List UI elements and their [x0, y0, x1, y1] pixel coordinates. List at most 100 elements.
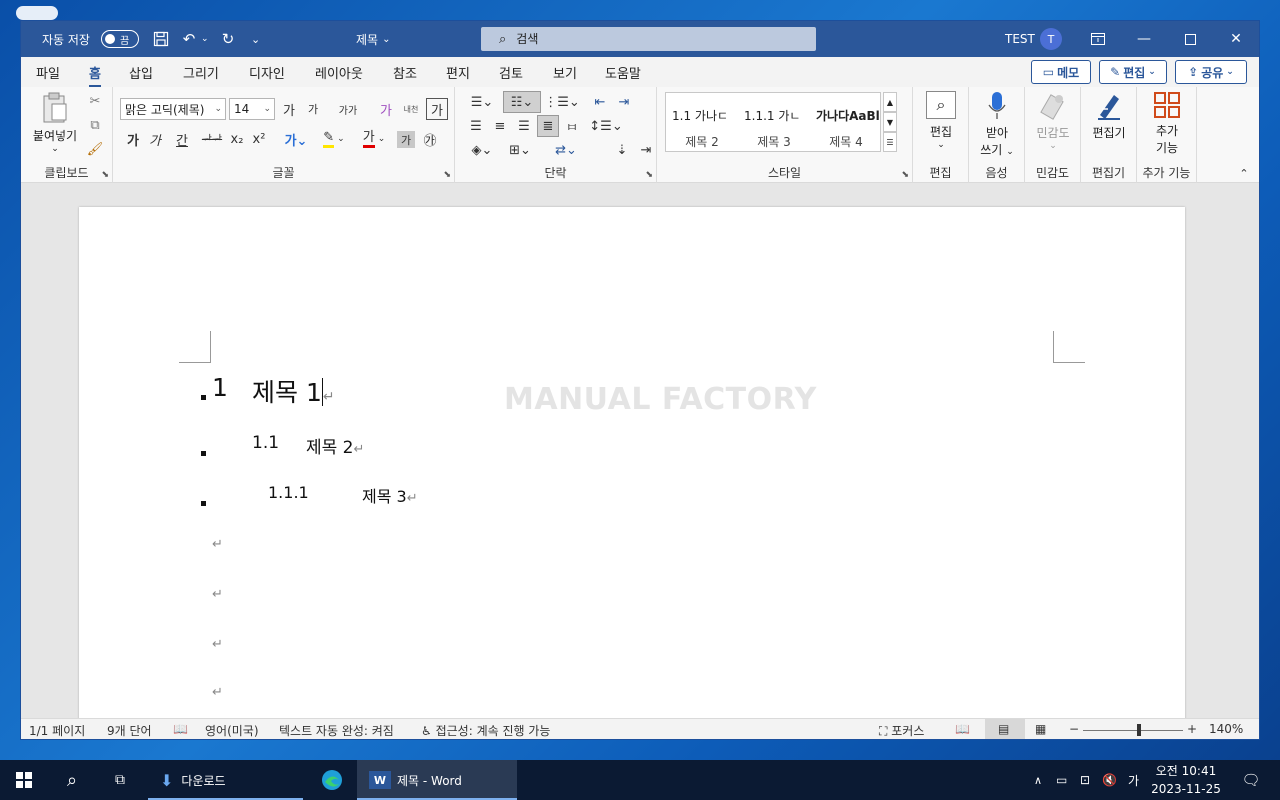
search-box[interactable]: ⌕ [481, 27, 816, 51]
align-left-icon[interactable]: ☰ [465, 115, 487, 137]
windows-start-icon[interactable] [0, 760, 48, 800]
user-name[interactable]: TEST [1005, 21, 1035, 57]
style-heading-4[interactable]: 가나다AaBl 제목 4 [810, 93, 882, 151]
editing-button[interactable]: ⌕ 편집 ⌄ [919, 91, 963, 150]
qat-customize-icon[interactable]: ⌄ [251, 21, 260, 57]
tray-chevron-up-icon[interactable]: ∧ [1034, 760, 1048, 800]
gallery-up-icon[interactable]: ▲ [883, 92, 897, 112]
avatar[interactable]: T [1040, 28, 1062, 50]
battery-icon[interactable]: ▭ [1056, 760, 1074, 800]
tab-view[interactable]: 보기 [553, 63, 577, 82]
share-button[interactable]: ⇪ 공유 ⌄ [1175, 60, 1247, 84]
web-layout-icon[interactable]: ▦ [1035, 722, 1046, 736]
undo-icon[interactable]: ↶ [179, 21, 199, 57]
tab-home[interactable]: 홈 [89, 63, 101, 87]
font-size-select[interactable]: 14 ⌄ [229, 98, 275, 120]
close-button[interactable]: ✕ [1213, 21, 1259, 57]
superscript-icon[interactable]: x² [249, 128, 269, 150]
taskbar-downloads[interactable]: ⬇ 다운로드 [148, 760, 303, 800]
dialog-launcher-icon[interactable]: ⬊ [645, 170, 653, 180]
align-center-icon[interactable]: ≡ [489, 115, 511, 137]
accessibility-status[interactable]: ♿ 접근성: 계속 진행 가능 [421, 722, 550, 739]
tab-design[interactable]: 디자인 [249, 63, 285, 82]
tab-references[interactable]: 참조 [393, 63, 417, 82]
read-mode-icon[interactable]: 📖 [955, 722, 970, 736]
tab-mailings[interactable]: 편지 [446, 63, 470, 82]
paragraph-mark-icon[interactable]: ↵ [212, 685, 223, 700]
heading-2[interactable]: 제목 2↵ [306, 433, 364, 458]
font-name-select[interactable]: 맑은 고딕(제목) ⌄ [120, 98, 226, 120]
character-shading-icon[interactable]: 가 [397, 131, 415, 148]
document-title[interactable]: 제목 ⌄ [356, 21, 390, 57]
search-input[interactable] [516, 32, 777, 46]
paragraph-mark-icon[interactable]: ↵ [212, 637, 223, 652]
taskbar-edge[interactable] [310, 760, 354, 800]
highlight-color-icon[interactable]: ✎ ⌄ [317, 128, 351, 150]
shrink-font-icon[interactable]: 가 [302, 98, 324, 120]
maximize-button[interactable] [1167, 21, 1213, 57]
save-icon[interactable] [151, 21, 171, 57]
shading-icon[interactable]: ◈⌄ [465, 139, 499, 161]
strikethrough-icon[interactable]: ᆉᆉ [201, 128, 223, 150]
redo-icon[interactable]: ↻ [218, 21, 238, 57]
cut-icon[interactable]: ✂ [85, 91, 105, 111]
zoom-slider-thumb[interactable] [1137, 724, 1141, 736]
zoom-slider[interactable] [1083, 730, 1183, 731]
focus-mode[interactable]: ⛶ 포커스 [879, 722, 924, 739]
document-page[interactable]: MANUAL FACTORY 1 제목 1↵ 1.1 제목 2↵ 1.1.1 제… [79, 207, 1185, 718]
tab-file[interactable]: 파일 [36, 63, 60, 82]
paste-button[interactable]: 붙여넣기 ⌄ [29, 92, 81, 154]
italic-icon[interactable]: 가 [145, 128, 165, 150]
edit-mode-button[interactable]: ✎ 편집 ⌄ [1099, 60, 1167, 84]
ribbon-display-icon[interactable] [1075, 21, 1121, 57]
font-color-icon[interactable]: 가 ⌄ [357, 128, 391, 150]
tab-layout[interactable]: 레이아웃 [315, 63, 363, 82]
autosave-toggle[interactable]: 끔 [101, 30, 139, 48]
line-spacing-icon[interactable]: ↕☰⌄ [589, 115, 623, 137]
gallery-down-icon[interactable]: ▼ [883, 112, 897, 132]
ime-indicator[interactable]: 가 [1128, 760, 1144, 800]
zoom-level[interactable]: 140% [1209, 722, 1243, 736]
system-clock[interactable]: 오전 10:41 2023-11-25 [1146, 762, 1226, 798]
network-icon[interactable]: ⊡ [1080, 760, 1098, 800]
grow-font-icon[interactable]: 가 [278, 98, 300, 120]
taskbar-word[interactable]: W 제목 - Word [357, 760, 517, 800]
volume-muted-icon[interactable]: 🔇 [1102, 760, 1124, 800]
dialog-launcher-icon[interactable]: ⬊ [443, 170, 451, 180]
justify-icon[interactable]: ≣ [537, 115, 559, 137]
paragraph-mark-icon[interactable]: ↵ [212, 587, 223, 602]
character-border-icon[interactable]: 가 [426, 98, 448, 120]
align-right-icon[interactable]: ☰ [513, 115, 535, 137]
dictate-button[interactable]: 받아 쓰기 ⌄ [973, 91, 1021, 158]
multilevel-list-icon[interactable]: ⋮☰⌄ [544, 91, 580, 113]
tab-help[interactable]: 도움말 [605, 63, 641, 82]
borders-icon[interactable]: ⊞⌄ [503, 139, 537, 161]
heading-1[interactable]: 제목 1↵ [252, 373, 335, 409]
underline-icon[interactable]: 간 [167, 128, 197, 150]
minimize-button[interactable]: — [1121, 21, 1167, 57]
tab-draw[interactable]: 그리기 [183, 63, 219, 82]
addins-button[interactable]: 추가 기능 [1141, 91, 1193, 156]
notification-icon[interactable]: 🗨 [1236, 760, 1266, 800]
undo-dropdown-icon[interactable]: ⌄ [201, 21, 209, 57]
sort-icon[interactable]: ⇣ [611, 139, 633, 161]
proofing-icon[interactable]: 📖 [173, 722, 188, 736]
format-painter-icon[interactable]: 🖌 [85, 139, 105, 159]
distributed-icon[interactable]: ⧦ [561, 115, 583, 137]
memo-button[interactable]: ▭ 메모 [1031, 60, 1091, 84]
tab-review[interactable]: 검토 [499, 63, 523, 82]
dialog-launcher-icon[interactable]: ⬊ [901, 170, 909, 180]
collapse-ribbon-icon[interactable]: ⌃ [1235, 165, 1253, 181]
text-predictions[interactable]: 텍스트 자동 완성: 켜짐 [279, 722, 394, 739]
decrease-indent-icon[interactable]: ⇤ [589, 91, 611, 113]
clear-formatting-icon[interactable]: 가 [375, 98, 397, 120]
change-case-icon[interactable]: 가가 [331, 98, 365, 120]
heading-3[interactable]: 제목 3↵ [362, 483, 418, 507]
language[interactable]: 영어(미국) [205, 722, 259, 739]
word-count[interactable]: 9개 단어 [107, 722, 152, 739]
task-view-icon[interactable]: ⧉ [100, 760, 140, 800]
style-heading-2[interactable]: 1.1 가나ㄷ 제목 2 [666, 93, 738, 151]
bullets-icon[interactable]: ☰⌄ [465, 91, 499, 113]
tab-insert[interactable]: 삽입 [129, 63, 153, 82]
print-layout-icon[interactable]: ▤ [998, 722, 1009, 736]
